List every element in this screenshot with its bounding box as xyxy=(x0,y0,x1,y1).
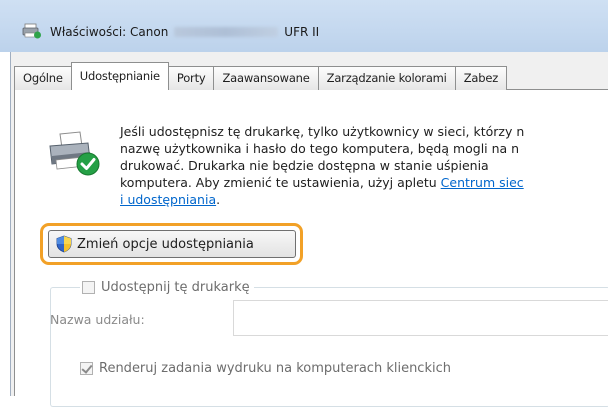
tab-general[interactable]: Ogólne xyxy=(14,66,72,90)
tab-strip: Ogólne Udostępnianie Porty Zaawansowane … xyxy=(14,62,508,90)
render-jobs-checkbox[interactable] xyxy=(80,361,93,375)
description-line-3: drukować. Drukarka nie będzie dostępna w… xyxy=(120,158,489,173)
tab-color-management[interactable]: Zarządzanie kolorami xyxy=(317,66,456,90)
sharing-description: Jeśli udostępnisz tę drukarkę, tylko uży… xyxy=(120,123,608,208)
title-bar: Właściwości: Canon UFR II xyxy=(0,0,608,52)
share-printer-label: Udostępnij tę drukarkę xyxy=(101,279,250,295)
share-printer-checkbox[interactable] xyxy=(82,280,95,294)
tab-security[interactable]: Zabez xyxy=(454,66,508,90)
window-title: Właściwości: Canon UFR II xyxy=(50,25,319,39)
network-center-link[interactable]: Centrum siec xyxy=(441,175,524,190)
window-title-prefix: Właściwości: Canon xyxy=(50,25,169,39)
printer-properties-window: Właściwości: Canon UFR II Ogólne Udostępn… xyxy=(0,0,608,407)
change-sharing-options-label: Zmień opcje udostępniania xyxy=(77,236,254,252)
printer-app-icon xyxy=(22,23,42,39)
tab-sharing[interactable]: Udostępnianie xyxy=(70,62,169,90)
share-printer-checkbox-row[interactable]: Udostępnij tę drukarkę xyxy=(80,277,254,297)
description-line-1: Jeśli udostępnisz tę drukarkę, tylko uży… xyxy=(120,124,525,139)
change-sharing-options-button[interactable]: Zmień opcje udostępniania xyxy=(48,230,296,258)
redacted-model-name xyxy=(174,27,279,37)
uac-shield-icon xyxy=(55,235,73,253)
render-jobs-checkbox-row[interactable]: Renderuj zadania wydruku na komputerach … xyxy=(80,358,451,378)
description-line-2: nazwę użytkownika i hasło do tego komput… xyxy=(120,141,520,156)
network-center-link-continued[interactable]: i udostępniania xyxy=(120,192,216,207)
tab-advanced[interactable]: Zaawansowane xyxy=(213,66,319,90)
shared-printer-icon xyxy=(44,130,102,178)
render-jobs-label: Renderuj zadania wydruku na komputerach … xyxy=(99,360,451,376)
description-line-4: komputera. Aby zmienić te ustawienia, uż… xyxy=(120,175,441,190)
share-name-label: Nazwa udziału: xyxy=(50,312,145,327)
tab-ports[interactable]: Porty xyxy=(167,66,215,90)
description-period: . xyxy=(216,192,221,207)
share-name-input[interactable] xyxy=(233,300,608,336)
window-title-suffix: UFR II xyxy=(284,25,320,39)
